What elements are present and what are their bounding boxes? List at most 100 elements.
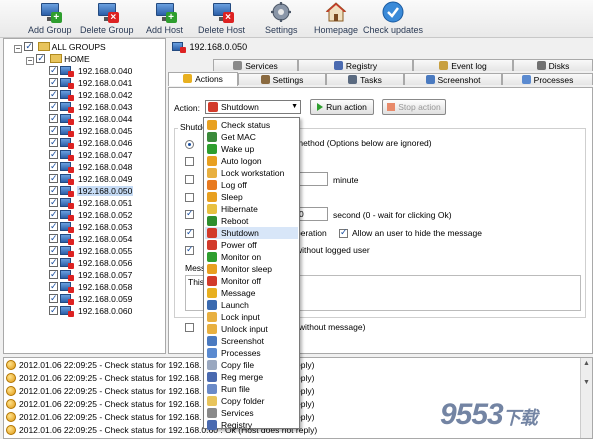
option-checkbox-7[interactable] (185, 323, 194, 332)
host-checkbox[interactable] (49, 280, 58, 292)
action-option[interactable]: Message (205, 287, 298, 299)
option-checkbox-1[interactable] (185, 157, 194, 166)
host-checkbox[interactable] (49, 220, 58, 232)
host-item[interactable]: 192.168.0.048 (49, 160, 133, 173)
host-checkbox[interactable] (49, 292, 58, 304)
host-item[interactable]: 192.168.0.054 (49, 232, 133, 245)
host-item[interactable]: 192.168.0.055 (49, 244, 133, 257)
tab-event-log[interactable]: Event log (413, 59, 513, 71)
host-checkbox[interactable] (49, 232, 58, 244)
tab-settings[interactable]: Settings (238, 73, 326, 85)
action-option[interactable]: Get MAC (205, 131, 298, 143)
host-item[interactable]: 192.168.0.047 (49, 148, 133, 161)
log-entry[interactable]: 2012.01.06 22:09:25 - Check status for 1… (6, 411, 314, 423)
host-item[interactable]: 192.168.0.059 (49, 292, 133, 305)
host-checkbox[interactable] (49, 76, 58, 88)
minute-field[interactable] (296, 172, 328, 186)
option-checkbox-5[interactable] (185, 227, 194, 238)
option-checkbox-4[interactable] (185, 208, 194, 219)
host-item[interactable]: 192.168.0.056 (49, 256, 133, 269)
tab-screenshot[interactable]: Screenshot (404, 73, 502, 85)
log-entry[interactable]: 2012.01.06 22:09:25 - Check status for 1… (6, 359, 314, 371)
host-item[interactable]: 192.168.0.060 (49, 304, 133, 317)
host-checkbox[interactable] (49, 160, 58, 172)
host-checkbox[interactable] (49, 100, 58, 112)
check-updates-button[interactable]: Check updates (363, 1, 423, 35)
host-item[interactable]: 192.168.0.057 (49, 268, 133, 281)
action-option[interactable]: Copy file (205, 359, 298, 371)
delete-host-button[interactable]: × Delete Host (198, 1, 245, 35)
host-item[interactable]: 192.168.0.046 (49, 136, 133, 149)
action-option[interactable]: Monitor on (205, 251, 298, 263)
action-select[interactable]: Shutdown ▼ (205, 100, 301, 114)
add-host-button[interactable]: + Add Host (146, 1, 183, 35)
allow-hide-checkbox[interactable] (339, 227, 348, 238)
action-option[interactable]: Unlock input (205, 323, 298, 335)
tree-checkbox[interactable] (24, 40, 34, 52)
scroll-up-icon[interactable]: ▲ (582, 359, 591, 368)
option-checkbox-2[interactable] (185, 175, 194, 184)
action-option[interactable]: Screenshot (205, 335, 298, 347)
host-checkbox[interactable] (49, 172, 58, 184)
run-action-button[interactable]: Run action (310, 99, 374, 115)
host-checkbox[interactable] (49, 244, 58, 256)
action-option[interactable]: Run file (205, 383, 298, 395)
host-checkbox[interactable] (49, 208, 58, 220)
stop-action-button[interactable]: Stop action (382, 99, 446, 115)
add-group-button[interactable]: + Add Group (28, 1, 72, 35)
host-checkbox[interactable] (49, 64, 58, 76)
delete-group-button[interactable]: × Delete Group (80, 1, 134, 35)
log-scrollbar[interactable]: ▲ ▼ (580, 358, 592, 438)
collapse-icon[interactable]: − (26, 57, 34, 65)
action-option[interactable]: Lock workstation (205, 167, 298, 179)
log-entry[interactable]: 2012.01.06 22:09:25 - Check status for 1… (6, 398, 314, 410)
scroll-down-icon[interactable]: ▼ (582, 378, 591, 387)
host-item[interactable]: 192.168.0.053 (49, 220, 133, 233)
method-radio[interactable] (185, 140, 194, 149)
host-item[interactable]: 192.168.0.058 (49, 280, 133, 293)
action-option[interactable]: Copy folder (205, 395, 298, 407)
action-option[interactable]: Hibernate (205, 203, 298, 215)
settings-button[interactable]: Settings (265, 1, 298, 35)
tab-tasks[interactable]: Tasks (326, 73, 404, 85)
collapse-icon[interactable]: − (14, 45, 22, 53)
action-option[interactable]: Power off (205, 239, 298, 251)
tree-root[interactable]: − ALL GROUPS (14, 40, 106, 53)
action-option[interactable]: Reboot (205, 215, 298, 227)
host-item[interactable]: 192.168.0.049 (49, 172, 133, 185)
action-option[interactable]: Wake up (205, 143, 298, 155)
host-item[interactable]: 192.168.0.041 (49, 76, 133, 89)
action-option[interactable]: Auto logon (205, 155, 298, 167)
host-checkbox[interactable] (49, 124, 58, 136)
host-item[interactable]: 192.168.0.052 (49, 208, 133, 221)
host-item[interactable]: 192.168.0.042 (49, 88, 133, 101)
host-checkbox[interactable] (49, 148, 58, 160)
action-option[interactable]: Launch (205, 299, 298, 311)
host-item[interactable]: 192.168.0.045 (49, 124, 133, 137)
host-item[interactable]: 192.168.0.043 (49, 100, 133, 113)
host-checkbox[interactable] (49, 256, 58, 268)
host-checkbox[interactable] (49, 268, 58, 280)
action-option[interactable]: Processes (205, 347, 298, 359)
action-option[interactable]: Reg merge (205, 371, 298, 383)
option-checkbox-3[interactable] (185, 193, 194, 202)
log-entry[interactable]: 2012.01.06 22:09:25 - Check status for 1… (6, 372, 314, 384)
host-checkbox[interactable] (49, 88, 58, 100)
log-entry[interactable]: 2012.01.06 22:09:25 - Check status for 1… (6, 385, 314, 397)
option-checkbox-6[interactable] (185, 244, 194, 255)
host-checkbox[interactable] (49, 136, 58, 148)
action-option[interactable]: Monitor off (205, 275, 298, 287)
host-item[interactable]: 192.168.0.040 (49, 64, 133, 77)
action-option[interactable]: Sleep (205, 191, 298, 203)
tab-actions[interactable]: Actions (168, 72, 238, 86)
action-option[interactable]: Services (205, 407, 298, 419)
action-option[interactable]: Shutdown (205, 227, 298, 239)
tab-registry[interactable]: Registry (298, 59, 413, 71)
action-option[interactable]: Monitor sleep (205, 263, 298, 275)
tab-disks[interactable]: Disks (513, 59, 593, 71)
tree-group-home[interactable]: − HOME (26, 52, 90, 65)
host-checkbox[interactable] (49, 184, 58, 196)
seconds-field[interactable]: 0 (296, 207, 328, 221)
host-item[interactable]: 192.168.0.044 (49, 112, 133, 125)
host-checkbox[interactable] (49, 304, 58, 316)
